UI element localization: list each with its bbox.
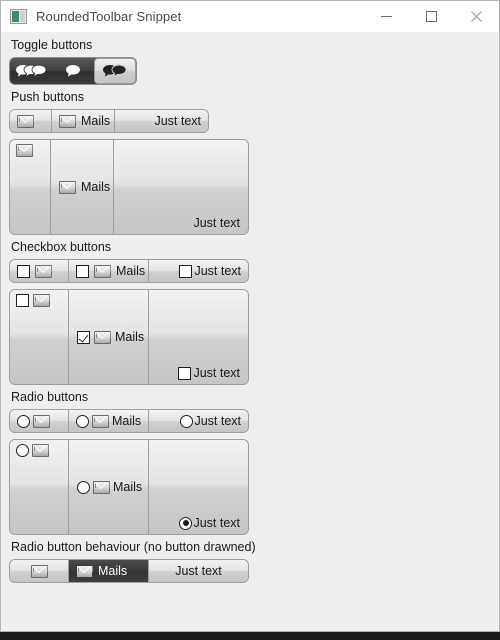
section-label-radio: Radio buttons bbox=[11, 390, 89, 404]
push-big-mails[interactable]: Mails bbox=[50, 140, 113, 234]
checkbox-button-mails[interactable]: Mails bbox=[68, 260, 148, 282]
push-button-just-text-label: Just text bbox=[154, 114, 201, 128]
push-button-icon-only[interactable] bbox=[10, 110, 51, 132]
checkbox-toolbar-row: Mails Just text bbox=[9, 259, 249, 283]
checkbox-indicator[interactable] bbox=[179, 264, 193, 278]
behaviour-button-mails-selected[interactable]: Mails bbox=[68, 560, 148, 582]
radio-big-mails[interactable]: Mails bbox=[68, 440, 148, 534]
toggle-button-two-bubbles[interactable] bbox=[94, 58, 136, 84]
radio-indicator-selected[interactable] bbox=[179, 516, 193, 530]
envelope-icon bbox=[33, 414, 50, 428]
radio-toolbar-row: Mails Just text bbox=[9, 409, 249, 433]
envelope-icon bbox=[76, 564, 93, 578]
envelope-icon bbox=[30, 564, 48, 578]
push-toolbar-row: Mails Just text bbox=[9, 109, 209, 133]
toggle-toolbar bbox=[9, 57, 137, 85]
caption-buttons bbox=[364, 1, 499, 32]
radio-indicator[interactable] bbox=[77, 480, 90, 494]
envelope-icon bbox=[59, 114, 76, 128]
radio-big-just-text[interactable]: Just text bbox=[148, 440, 248, 534]
checkbox-big-mails[interactable]: Mails bbox=[68, 290, 148, 384]
radio-indicator[interactable] bbox=[180, 414, 194, 428]
push-big-mails-label: Mails bbox=[81, 180, 111, 194]
radio-indicator[interactable] bbox=[17, 414, 30, 428]
envelope-icon bbox=[16, 144, 33, 157]
envelope-icon bbox=[94, 330, 111, 344]
radio-button-just-text[interactable]: Just text bbox=[148, 410, 248, 432]
radio-button-just-text-label: Just text bbox=[194, 414, 241, 428]
push-button-mails-label: Mails bbox=[81, 114, 111, 128]
checkbox-button-icon-only[interactable] bbox=[10, 260, 68, 282]
push-button-just-text[interactable]: Just text bbox=[114, 110, 208, 132]
checkbox-indicator[interactable] bbox=[76, 264, 89, 278]
envelope-icon bbox=[93, 480, 110, 494]
section-label-radio-behaviour: Radio button behaviour (no button drawne… bbox=[11, 540, 256, 554]
envelope-icon bbox=[92, 414, 109, 428]
envelope-icon bbox=[32, 444, 49, 457]
toggle-button-one-bubble[interactable] bbox=[52, 58, 94, 84]
close-button[interactable] bbox=[454, 1, 499, 32]
radio-indicator[interactable] bbox=[76, 414, 89, 428]
envelope-icon bbox=[59, 180, 76, 194]
envelope-icon bbox=[33, 294, 50, 307]
radio-button-icon-only[interactable] bbox=[10, 410, 68, 432]
title-bar: RoundedToolbar Snippet bbox=[1, 1, 499, 33]
one-speech-bubble-icon bbox=[66, 65, 80, 77]
behaviour-button-just-text[interactable]: Just text bbox=[148, 560, 248, 582]
radio-big-icon-only[interactable] bbox=[10, 440, 68, 534]
envelope-icon bbox=[35, 264, 52, 278]
radio-button-mails-label: Mails bbox=[112, 414, 142, 428]
radio-indicator[interactable] bbox=[16, 444, 29, 457]
checkbox-indicator-checked[interactable] bbox=[77, 330, 90, 344]
section-label-checkbox: Checkbox buttons bbox=[11, 240, 112, 254]
checkbox-big-just-text[interactable]: Just text bbox=[148, 290, 248, 384]
section-label-push: Push buttons bbox=[11, 90, 84, 104]
radio-toolbar-big: Mails Just text bbox=[9, 439, 249, 535]
push-big-icon-only[interactable] bbox=[10, 140, 50, 234]
two-speech-bubbles-icon bbox=[103, 64, 127, 78]
three-speech-bubbles-icon bbox=[16, 64, 46, 78]
section-label-toggle: Toggle buttons bbox=[11, 38, 93, 52]
checkbox-indicator[interactable] bbox=[178, 366, 192, 380]
checkbox-indicator[interactable] bbox=[16, 294, 29, 307]
radio-behaviour-toolbar: Mails Just text bbox=[9, 559, 249, 583]
window-title: RoundedToolbar Snippet bbox=[36, 9, 182, 24]
checkbox-big-mails-label: Mails bbox=[115, 330, 145, 344]
checkbox-button-mails-label: Mails bbox=[116, 264, 146, 278]
radio-button-mails[interactable]: Mails bbox=[68, 410, 148, 432]
checkbox-button-just-text-label: Just text bbox=[194, 264, 241, 278]
envelope-icon bbox=[94, 264, 111, 278]
behaviour-button-icon-only[interactable] bbox=[10, 560, 68, 582]
radio-big-just-text-label: Just text bbox=[193, 516, 240, 530]
toggle-button-three-bubbles[interactable] bbox=[10, 58, 52, 84]
radio-big-mails-label: Mails bbox=[113, 480, 143, 494]
minimize-button[interactable] bbox=[364, 1, 409, 32]
app-window: RoundedToolbar Snippet Toggle buttons Pu… bbox=[0, 0, 500, 632]
behaviour-button-just-text-label: Just text bbox=[175, 564, 222, 578]
push-toolbar-big: Mails Just text bbox=[9, 139, 249, 235]
checkbox-button-just-text[interactable]: Just text bbox=[148, 260, 248, 282]
push-big-just-text-label: Just text bbox=[193, 216, 240, 230]
envelope-icon bbox=[17, 114, 34, 128]
push-big-just-text[interactable]: Just text bbox=[113, 140, 248, 234]
checkbox-indicator[interactable] bbox=[17, 264, 30, 278]
checkbox-big-just-text-label: Just text bbox=[193, 366, 240, 380]
checkbox-big-icon-only[interactable] bbox=[10, 290, 68, 384]
checkbox-toolbar-big: Mails Just text bbox=[9, 289, 249, 385]
app-window-icon bbox=[10, 9, 27, 24]
client-area: Toggle buttons Push buttons Mails Just t… bbox=[1, 33, 499, 631]
behaviour-button-mails-label: Mails bbox=[98, 564, 128, 578]
maximize-button[interactable] bbox=[409, 1, 454, 32]
push-button-mails[interactable]: Mails bbox=[51, 110, 114, 132]
